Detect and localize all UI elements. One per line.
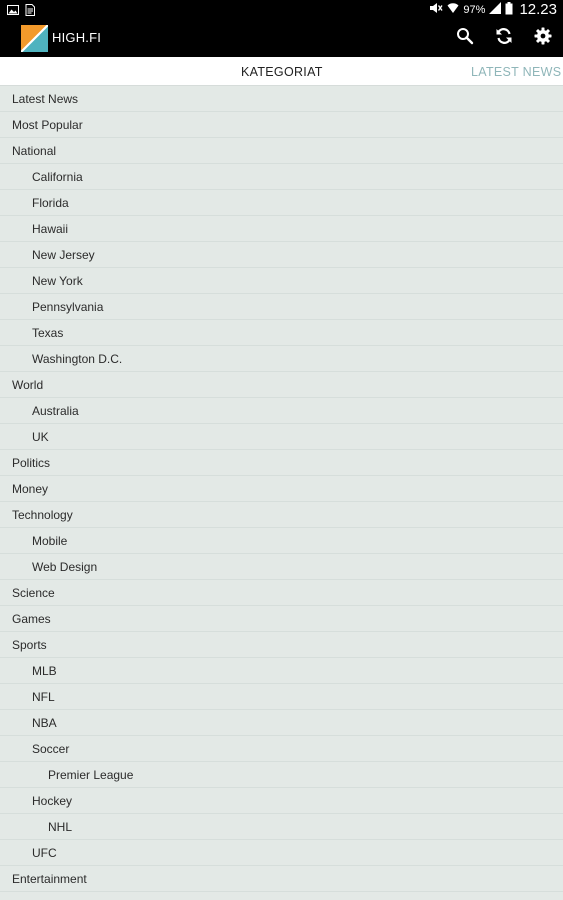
action-bar: HIGH.FI <box>0 19 563 57</box>
category-item[interactable]: NHL <box>0 814 563 840</box>
refresh-icon <box>495 27 513 50</box>
status-bar: 97% 12.23 <box>0 0 563 19</box>
category-item[interactable]: Sports <box>0 632 563 658</box>
clock: 12.23 <box>519 1 557 18</box>
category-item[interactable]: Mobile <box>0 528 563 554</box>
category-item[interactable]: UK <box>0 424 563 450</box>
battery-icon <box>505 1 513 18</box>
signal-icon <box>489 2 502 17</box>
category-item[interactable]: UFC <box>0 840 563 866</box>
category-item[interactable]: Latest News <box>0 86 563 112</box>
category-item[interactable]: Premier League <box>0 762 563 788</box>
category-item[interactable]: Texas <box>0 320 563 346</box>
category-item[interactable]: Web Design <box>0 554 563 580</box>
settings-icon <box>534 27 552 50</box>
category-item[interactable]: Games <box>0 606 563 632</box>
category-item[interactable]: Money <box>0 476 563 502</box>
app-logo <box>20 24 49 53</box>
category-item[interactable]: Technology <box>0 502 563 528</box>
image-icon <box>7 3 19 15</box>
category-item[interactable]: Florida <box>0 190 563 216</box>
category-item[interactable]: Washington D.C. <box>0 346 563 372</box>
system-indicators: 97% 12.23 <box>429 1 557 18</box>
tab-strip: KATEGORIAT LATEST NEWS <box>0 57 563 86</box>
category-item[interactable]: Entertainment <box>0 866 563 892</box>
category-item[interactable]: Politics <box>0 450 563 476</box>
category-item[interactable]: NFL <box>0 684 563 710</box>
category-item[interactable]: Pennsylvania <box>0 294 563 320</box>
category-item[interactable]: Most Popular <box>0 112 563 138</box>
category-item[interactable]: Hawaii <box>0 216 563 242</box>
refresh-button[interactable] <box>494 27 514 50</box>
document-icon <box>24 3 36 16</box>
category-item[interactable]: New Jersey <box>0 242 563 268</box>
category-item[interactable]: MLB <box>0 658 563 684</box>
category-item[interactable]: Soccer <box>0 736 563 762</box>
tab-kategoriat[interactable]: KATEGORIAT <box>241 65 323 79</box>
category-item[interactable]: Australia <box>0 398 563 424</box>
category-item[interactable]: Hockey <box>0 788 563 814</box>
category-item[interactable]: World <box>0 372 563 398</box>
notification-icons <box>7 3 36 16</box>
category-item[interactable]: New York <box>0 268 563 294</box>
wifi-icon <box>447 2 459 17</box>
category-item[interactable]: NBA <box>0 710 563 736</box>
search-button[interactable] <box>455 27 475 50</box>
app-title: HIGH.FI <box>52 30 102 45</box>
category-list: Latest News Most Popular National Californi… <box>0 86 563 892</box>
search-icon <box>456 27 474 50</box>
mute-icon <box>429 2 443 17</box>
battery-percent: 97% <box>463 3 486 16</box>
category-item[interactable]: Science <box>0 580 563 606</box>
settings-button[interactable] <box>533 27 553 50</box>
category-item[interactable]: National <box>0 138 563 164</box>
tab-latest-news[interactable]: LATEST NEWS <box>471 65 561 79</box>
category-item[interactable]: California <box>0 164 563 190</box>
